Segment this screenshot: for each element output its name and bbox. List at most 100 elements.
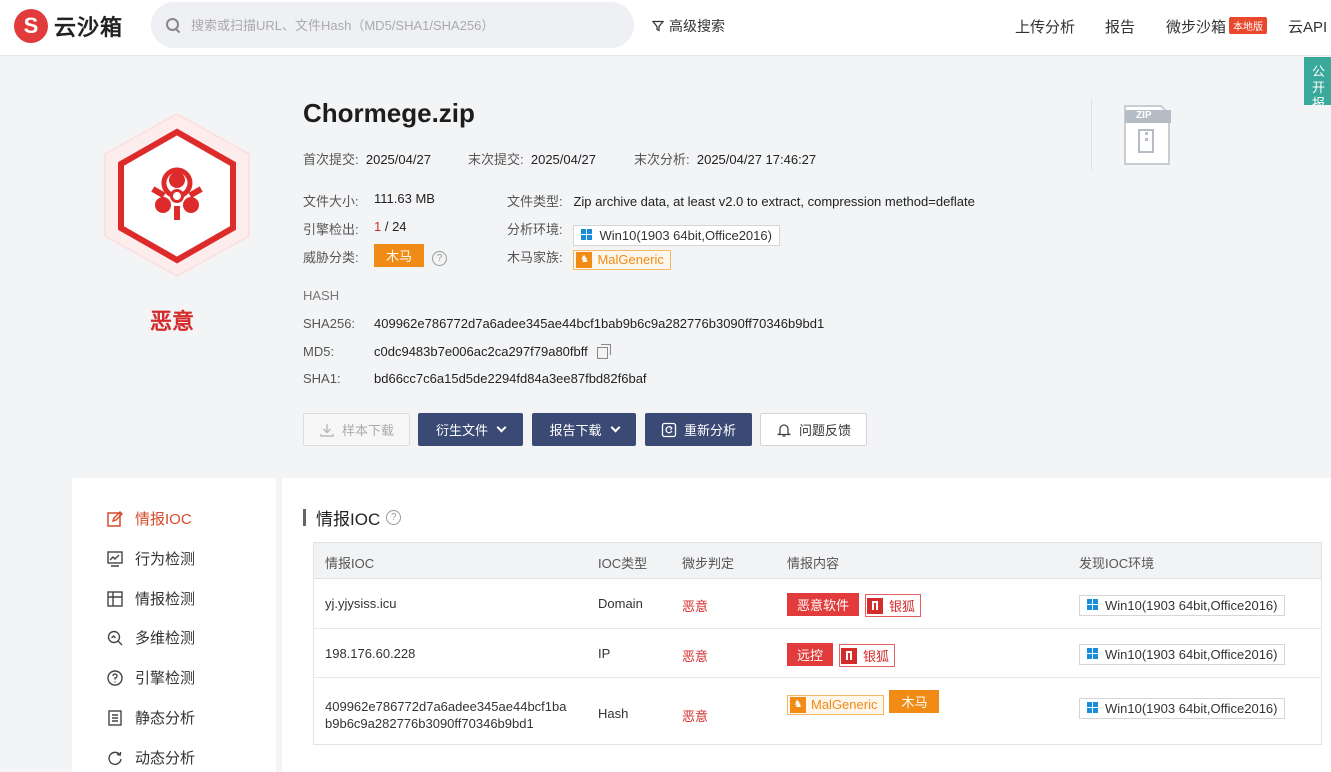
- silverfox-label: 银狐: [863, 649, 890, 664]
- file-size-value: 111.63 MB: [374, 191, 435, 206]
- table-row[interactable]: yj.yjysiss.icu Domain 恶意 恶意软件 银狐 Win10(19…: [314, 579, 1321, 629]
- env-box: Win10(1903 64bit,Office2016): [1079, 697, 1286, 719]
- reanalyze-button[interactable]: 重新分析: [645, 413, 752, 446]
- sample-download-button[interactable]: 样本下载: [303, 413, 410, 446]
- ioc-content: ♞ MalGeneric 木马: [787, 690, 940, 715]
- sidebar-item-label: 情报IOC: [135, 511, 192, 528]
- table-row[interactable]: 409962e786772d7a6adee345ae44bcf1ba b9b6c9…: [314, 678, 1321, 744]
- ioc-value: 198.176.60.228: [325, 646, 416, 661]
- sha1-row: SHA1: bd66cc7c6a15d5de2294fd84a3ee87fbd82…: [303, 371, 647, 386]
- sidebar-item-label: 行为检测: [135, 551, 196, 568]
- sha256-label: SHA256:: [303, 316, 356, 331]
- first-submit: 首次提交: 2025/04/27: [303, 149, 431, 168]
- threat-tag: 木马: [374, 244, 425, 267]
- bookmark-icon: [867, 597, 884, 614]
- ioc-env: Win10(1903 64bit,Office2016): [1079, 592, 1286, 616]
- advanced-search-link[interactable]: 高级搜索: [652, 16, 725, 36]
- sidebar-item-static[interactable]: 静态分析: [106, 707, 195, 728]
- sidebar-item-ioc[interactable]: 情报IOC: [106, 508, 192, 529]
- env-label: Win10(1903 64bit,Office2016): [1105, 597, 1278, 613]
- silverfox-label: 银狐: [889, 599, 916, 614]
- column-header: 情报IOC: [325, 556, 375, 571]
- remote-control-tag[interactable]: 远控: [787, 643, 834, 666]
- ioc-value: 409962e786772d7a6adee345ae44bcf1ba b9b6c9…: [325, 698, 566, 732]
- report-download-button[interactable]: 报告下载: [532, 413, 636, 446]
- sidebar-item-multidim[interactable]: 多维检测: [106, 627, 195, 648]
- logo[interactable]: S 云沙箱: [14, 8, 123, 44]
- sha256-row: SHA256: 409962e786772d7a6adee345ae44bcf1b…: [303, 316, 824, 331]
- sidebar-item-behavior[interactable]: 行为检测: [106, 548, 195, 569]
- trojan-horse-icon: ♞: [576, 251, 593, 268]
- ioc-env: Win10(1903 64bit,Office2016): [1079, 641, 1286, 665]
- logo-icon: S: [14, 9, 48, 43]
- nav-upload-analysis[interactable]: 上传分析: [1015, 16, 1075, 37]
- trojan-horse-icon: ♞: [790, 696, 806, 713]
- last-analysis: 末次分析: 2025/04/27 17:46:27: [634, 149, 816, 168]
- analysis-env: 分析环境: Win10(1903 64bit,Office2016): [507, 215, 780, 246]
- help-icon[interactable]: ?: [386, 510, 402, 525]
- file-name: Chormege.zip: [303, 98, 475, 128]
- ioc-section-title: 情报IOC ?: [303, 505, 402, 530]
- silverfox-tag[interactable]: 银狐: [839, 644, 896, 667]
- threat-class: 威胁分类: 木马?: [303, 244, 448, 267]
- family-tag[interactable]: ♞ MalGeneric: [787, 694, 885, 715]
- silverfox-tag[interactable]: 银狐: [865, 594, 922, 617]
- sidebar-item-intel[interactable]: 情报检测: [106, 588, 195, 609]
- md5-text: c0dc9483b7e006ac2ca297f79a80fbff: [374, 344, 588, 359]
- search-bar[interactable]: [151, 2, 634, 48]
- last-submit-value: 2025/04/27: [530, 152, 596, 167]
- sidebar-item-engine[interactable]: 引擎检测: [106, 667, 195, 688]
- ioc-verdict: 恶意: [682, 649, 709, 664]
- ioc-type: IP: [598, 646, 611, 661]
- windows-icon: [1087, 599, 1099, 611]
- family-tag-label: MalGeneric: [811, 697, 878, 712]
- title-bar: [303, 509, 306, 526]
- layout-icon: [107, 590, 123, 607]
- copy-icon[interactable]: [596, 344, 611, 359]
- sidebar-item-dynamic[interactable]: 动态分析: [106, 747, 195, 768]
- file-size: 文件大小: 111.63 MB: [303, 191, 435, 210]
- ioc-verdict: 恶意: [682, 599, 709, 614]
- family-tag-label: MalGeneric: [597, 252, 664, 267]
- refresh-icon: [661, 422, 677, 437]
- analysis-env-value: Win10(1903 64bit,Office2016): [599, 227, 772, 243]
- first-submit-value: 2025/04/27: [365, 152, 431, 167]
- filter-icon: [652, 20, 664, 32]
- sidebar-item-label: 动态分析: [135, 750, 196, 767]
- env-box: Win10(1903 64bit,Office2016): [1079, 643, 1286, 665]
- nav-sandbox[interactable]: 微步沙箱 本地版: [1166, 16, 1268, 37]
- nav-report[interactable]: 报告: [1105, 16, 1135, 37]
- help-icon[interactable]: ?: [432, 251, 448, 266]
- zip-file-icon: ZIP: [1123, 104, 1171, 166]
- sample-download-label: 样本下载: [341, 423, 394, 438]
- ioc-env: Win10(1903 64bit,Office2016): [1079, 695, 1286, 719]
- advanced-search-label: 高级搜索: [669, 18, 725, 34]
- bookmark-icon: [841, 647, 858, 664]
- ioc-value: yj.yjysiss.icu: [325, 596, 397, 611]
- bell-icon: [776, 423, 792, 437]
- windows-icon: [581, 229, 593, 241]
- list-icon: [108, 709, 122, 726]
- trojan-tag[interactable]: 木马: [889, 690, 940, 713]
- chevron-down-icon: [610, 422, 620, 433]
- ioc-table: 情报IOC IOC类型 微步判定 情报内容 发现IOC环境 yj.yjysiss…: [313, 542, 1322, 745]
- malware-tag[interactable]: 恶意软件: [787, 593, 860, 616]
- table-row[interactable]: 198.176.60.228 IP 恶意 远控 银狐 Win10(1903 64b…: [314, 629, 1321, 678]
- search-input[interactable]: [191, 17, 621, 33]
- sidebar-item-label: 多维检测: [135, 630, 196, 647]
- last-analysis-label: 末次分析:: [634, 152, 690, 167]
- column-header: 发现IOC环境: [1079, 556, 1155, 571]
- feedback-button[interactable]: 问题反馈: [760, 413, 867, 446]
- ioc-verdict: 恶意: [682, 709, 709, 724]
- sha256-value: 409962e786772d7a6adee345ae44bcf1bab9b6c9…: [374, 316, 825, 331]
- ioc-content: 远控 银狐: [787, 643, 896, 667]
- divider: [1091, 98, 1092, 170]
- derived-files-button[interactable]: 衍生文件: [418, 413, 523, 446]
- family-tag[interactable]: ♞ MalGeneric: [573, 249, 671, 270]
- nav-cloud-api[interactable]: 云API: [1288, 16, 1327, 37]
- md5-row: MD5: c0dc9483b7e006ac2ca297f79a80fbff: [303, 344, 611, 359]
- analysis-env-box: Win10(1903 64bit,Office2016): [573, 224, 780, 246]
- hash-heading: HASH: [303, 288, 340, 303]
- public-report-tab[interactable]: 公开报告: [1304, 57, 1331, 105]
- sha1-label: SHA1:: [303, 371, 341, 386]
